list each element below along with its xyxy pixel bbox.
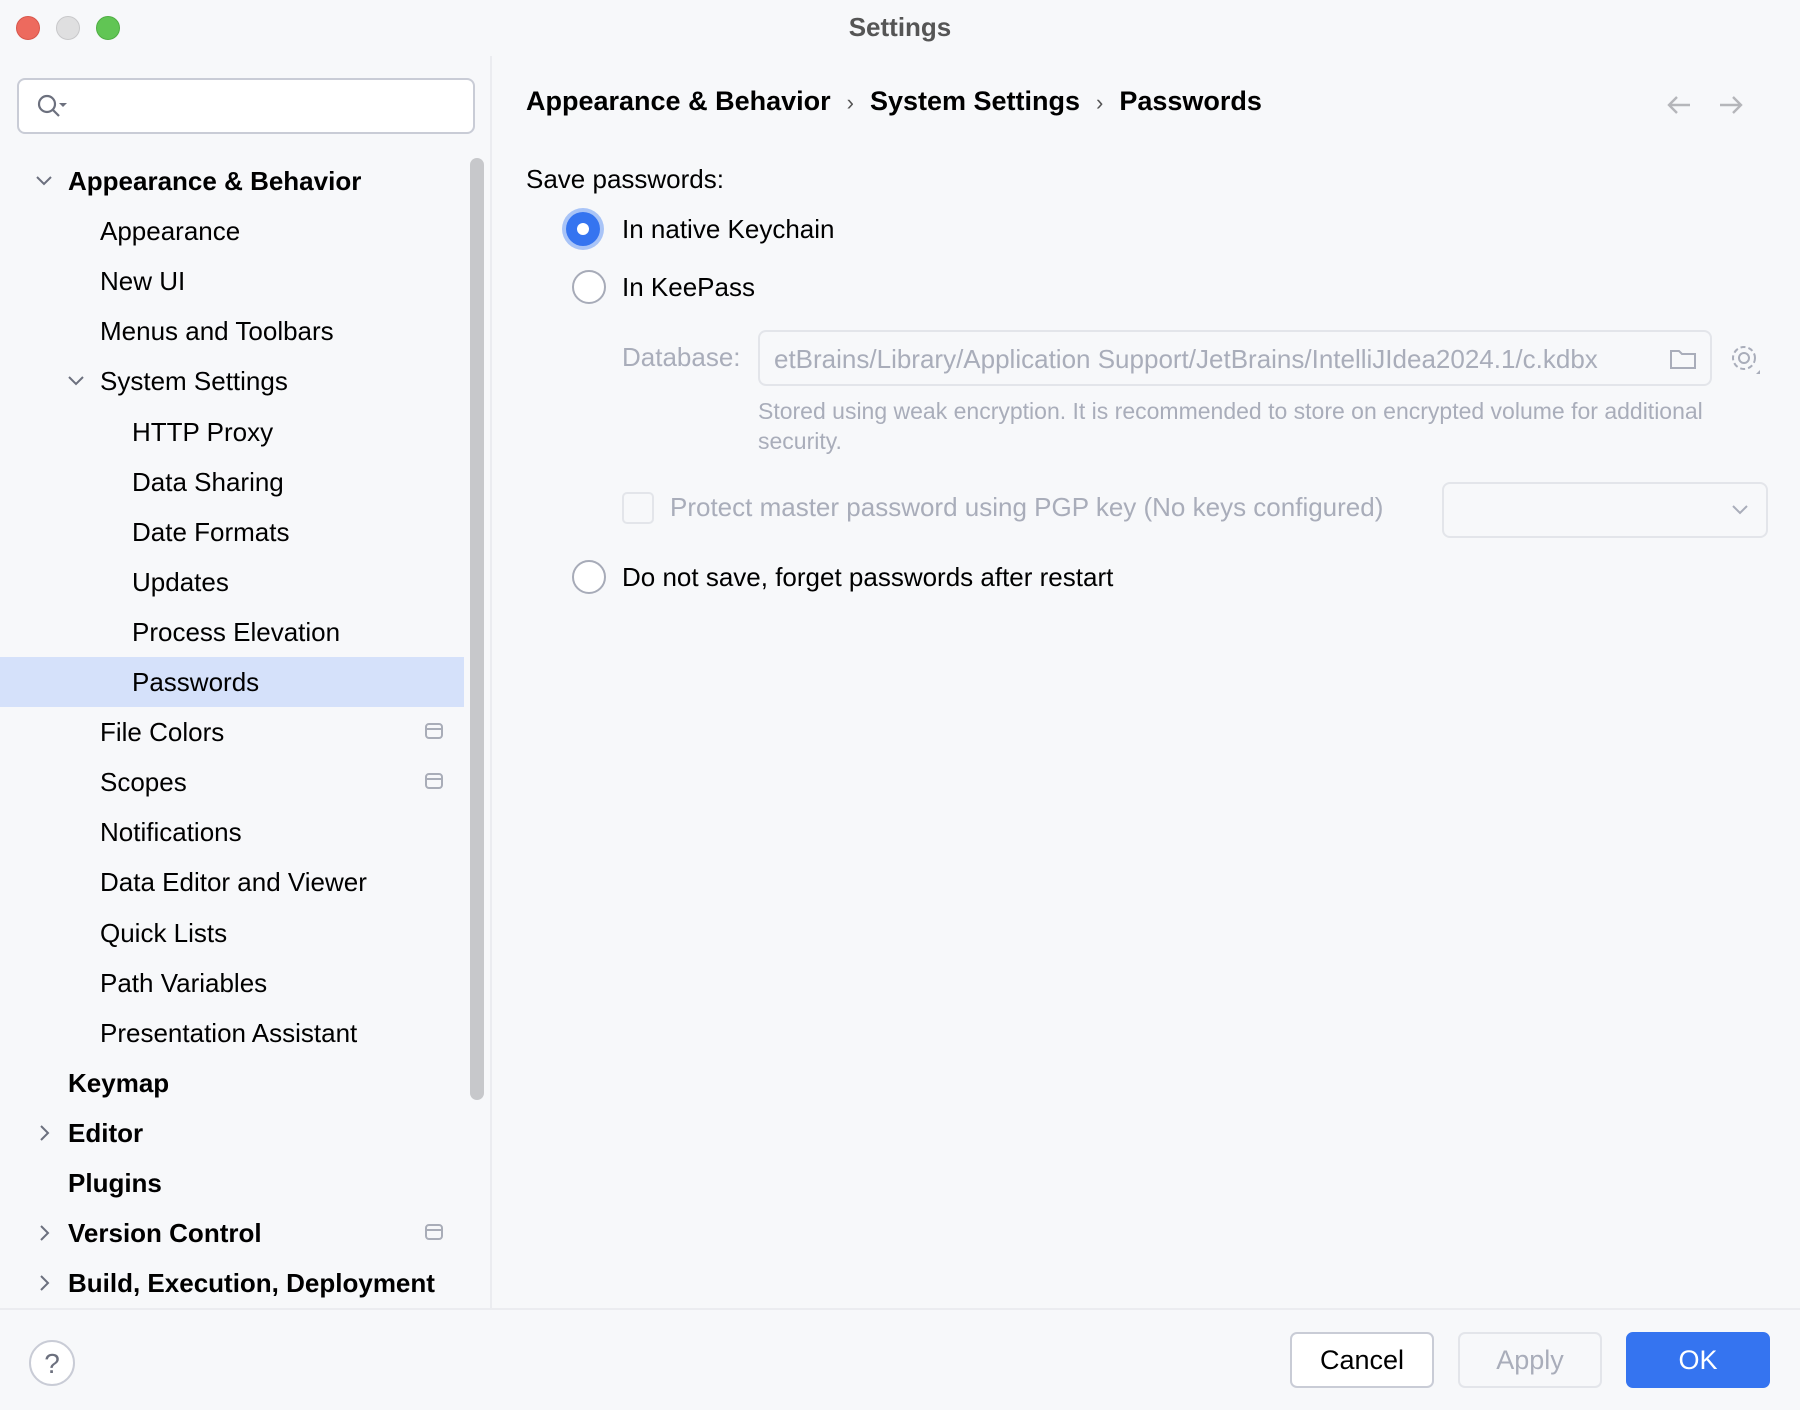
- window-title: Settings: [848, 12, 952, 42]
- sidebar-item-label: Editor: [68, 1117, 144, 1148]
- breadcrumb-item-current: Passwords: [1119, 86, 1262, 116]
- title-bar: Settings: [0, 0, 1800, 56]
- settings-sidebar: Appearance & Behavior Appearance New UI Men…: [0, 56, 492, 1308]
- sidebar-item-label: Updates: [132, 566, 229, 597]
- sidebar-item[interactable]: Updates: [0, 557, 464, 607]
- save-passwords-label: Save passwords:: [526, 164, 724, 194]
- chevron-down-icon[interactable]: [64, 356, 88, 406]
- radio-do-not-save[interactable]: [572, 560, 606, 594]
- sidebar-item-label: Data Sharing: [132, 466, 284, 497]
- encryption-hint: Stored using weak encryption. It is reco…: [758, 398, 1703, 454]
- radio-native-keychain-label[interactable]: In native Keychain: [622, 214, 834, 245]
- sidebar-item-label: Quick Lists: [100, 917, 228, 948]
- chevron-right-icon[interactable]: [32, 1208, 56, 1258]
- sidebar-item[interactable]: Build, Execution, Deployment: [0, 1258, 464, 1308]
- sidebar-item-label: HTTP Proxy: [132, 416, 274, 447]
- sidebar-item-label: Notifications: [100, 817, 242, 848]
- search-input[interactable]: [17, 78, 475, 134]
- sidebar-item[interactable]: Appearance: [0, 206, 464, 256]
- sidebar-item[interactable]: Menus and Toolbars: [0, 306, 464, 356]
- project-scope-icon: [425, 773, 443, 790]
- sidebar-item[interactable]: Path Variables: [0, 958, 464, 1008]
- sidebar-item[interactable]: Scopes: [0, 757, 464, 807]
- sidebar-item-label: Menus and Toolbars: [100, 316, 334, 347]
- sidebar-item-label: Process Elevation: [132, 616, 341, 647]
- folder-icon[interactable]: [1668, 346, 1698, 372]
- breadcrumb-item[interactable]: Appearance & Behavior: [526, 86, 831, 116]
- sidebar-item[interactable]: Process Elevation: [0, 607, 464, 657]
- sidebar-item-label: Appearance & Behavior: [68, 166, 362, 196]
- sidebar-item-label: System Settings: [100, 366, 288, 397]
- sidebar-item[interactable]: Notifications: [0, 807, 464, 857]
- radio-do-not-save-label[interactable]: Do not save, forget passwords after rest…: [622, 562, 1113, 593]
- sidebar-item[interactable]: Plugins: [0, 1158, 464, 1208]
- radio-keepass-label[interactable]: In KeePass: [622, 272, 755, 303]
- forward-arrow-icon[interactable]: [1716, 92, 1746, 118]
- help-button[interactable]: ?: [29, 1340, 75, 1386]
- sidebar-item-label: Build, Execution, Deployment: [68, 1268, 435, 1299]
- chevron-right-icon[interactable]: [32, 1108, 56, 1158]
- breadcrumb: Appearance & Behavior › System Settings › Pa…: [526, 86, 1262, 117]
- sidebar-item[interactable]: HTTP Proxy: [0, 407, 464, 457]
- database-path-field[interactable]: etBrains/Library/Application Support/Jet…: [758, 330, 1712, 386]
- sidebar-item[interactable]: New UI: [0, 256, 464, 306]
- sidebar-item[interactable]: Date Formats: [0, 507, 464, 557]
- sidebar-item-label: Version Control: [68, 1218, 262, 1249]
- sidebar-item-label: Keymap: [68, 1067, 170, 1098]
- sidebar-item-label: Path Variables: [100, 967, 268, 998]
- project-scope-icon: [425, 723, 443, 740]
- project-scope-icon: [425, 1224, 443, 1241]
- passwords-panel: Appearance & Behavior › System Settings › Pa…: [494, 56, 1800, 1308]
- search-icon: [37, 94, 67, 117]
- sidebar-item[interactable]: Data Editor and Viewer: [0, 857, 464, 907]
- pgp-checkbox[interactable]: [622, 492, 654, 524]
- sidebar-item-label: Scopes: [100, 767, 187, 798]
- sidebar-item[interactable]: Version Control: [0, 1208, 464, 1258]
- sidebar-item[interactable]: Presentation Assistant: [0, 1008, 464, 1058]
- breadcrumb-item[interactable]: System Settings: [870, 86, 1080, 116]
- sidebar-item-label: Date Formats: [132, 516, 290, 547]
- sidebar-item-label: Presentation Assistant: [100, 1017, 358, 1048]
- sidebar-item[interactable]: Quick Lists: [0, 908, 464, 958]
- radio-keepass[interactable]: [572, 270, 606, 304]
- settings-window: Settings Appearance & Behavior Appearance…: [0, 0, 1800, 1410]
- chevron-down-icon: [1732, 505, 1748, 515]
- database-label: Database:: [622, 342, 741, 372]
- radio-native-keychain[interactable]: [566, 212, 600, 246]
- sidebar-item[interactable]: Data Sharing: [0, 457, 464, 507]
- sidebar-item-label: Appearance: [100, 216, 241, 247]
- back-arrow-icon[interactable]: [1664, 92, 1694, 118]
- pgp-checkbox-label[interactable]: Protect master password using PGP key (N…: [670, 492, 1383, 523]
- database-path-value: etBrains/Library/Application Support/Jet…: [774, 344, 1598, 374]
- pgp-key-select[interactable]: [1442, 482, 1768, 538]
- dialog-footer: ? Cancel Apply OK: [0, 1308, 1800, 1410]
- ok-button[interactable]: OK: [1626, 1332, 1770, 1388]
- sidebar-item-label: Data Editor and Viewer: [100, 867, 367, 898]
- chevron-down-icon[interactable]: [32, 156, 56, 206]
- sidebar-item[interactable]: File Colors: [0, 707, 464, 757]
- sidebar-item[interactable]: System Settings: [0, 356, 464, 406]
- gear-icon[interactable]: [1728, 342, 1762, 376]
- chevron-right-icon[interactable]: [32, 1258, 56, 1308]
- sidebar-item-label: Passwords: [132, 667, 260, 697]
- breadcrumb-separator-icon: ›: [1096, 90, 1104, 115]
- sidebar-item[interactable]: Keymap: [0, 1058, 464, 1108]
- sidebar-item-label: Plugins: [68, 1168, 162, 1198]
- sidebar-item[interactable]: Editor: [0, 1108, 464, 1158]
- sidebar-item[interactable]: Passwords: [0, 657, 464, 707]
- sidebar-item-label: New UI: [100, 266, 186, 297]
- breadcrumb-separator-icon: ›: [846, 90, 854, 115]
- sidebar-item[interactable]: Appearance & Behavior: [0, 156, 464, 206]
- sidebar-scrollbar[interactable]: [470, 158, 484, 1100]
- apply-button[interactable]: Apply: [1458, 1332, 1602, 1388]
- cancel-button[interactable]: Cancel: [1290, 1332, 1434, 1388]
- sidebar-item-label: File Colors: [100, 717, 225, 748]
